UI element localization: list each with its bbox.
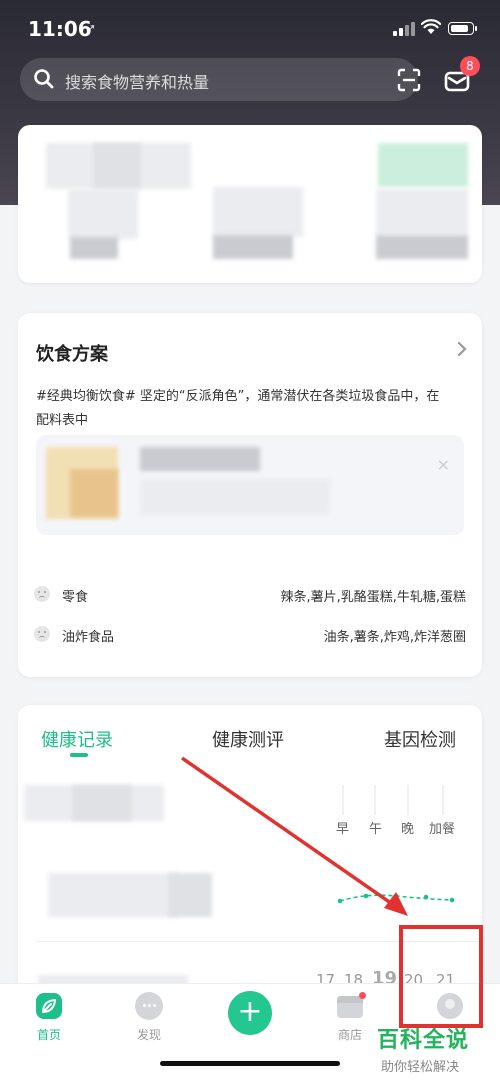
- watermark-subtitle: 助你轻松解决: [381, 1060, 460, 1075]
- watermark: 百科全说 助你轻松解决: [377, 1022, 469, 1075]
- annotation-arrow: [181, 756, 408, 916]
- watermark-title: 百科全说: [377, 1028, 470, 1053]
- annotation-highlight-box: [399, 925, 483, 1028]
- home-indicator: [160, 1061, 340, 1066]
